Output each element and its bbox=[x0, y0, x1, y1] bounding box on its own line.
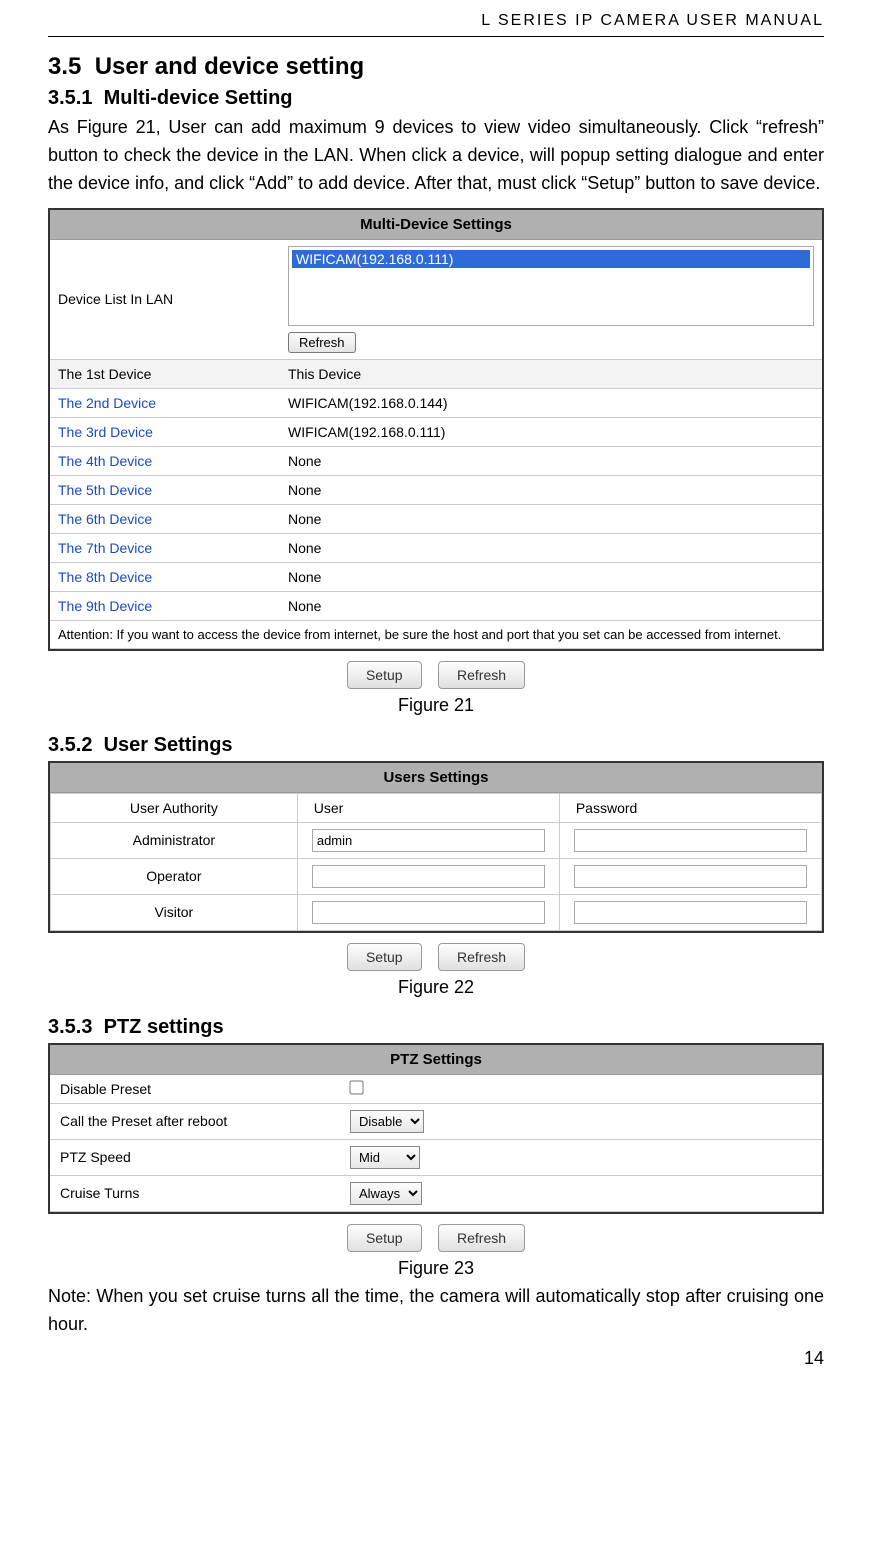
lan-device-listbox[interactable]: WIFICAM(192.168.0.111) bbox=[288, 246, 814, 326]
ptz-title: PTZ Settings bbox=[50, 1045, 822, 1075]
call-preset-select[interactable]: Disable bbox=[350, 1110, 424, 1133]
figure-22-caption: Figure 22 bbox=[48, 977, 824, 998]
disable-preset-checkbox[interactable] bbox=[349, 1080, 363, 1094]
multi-device-title: Multi-Device Settings bbox=[50, 210, 822, 240]
password-input[interactable] bbox=[574, 829, 807, 852]
cruise-turns-select[interactable]: Always bbox=[350, 1182, 422, 1205]
device-row: The 5th Device None bbox=[50, 475, 822, 504]
lan-refresh-button[interactable]: Refresh bbox=[288, 332, 356, 353]
device-row-value: None bbox=[280, 533, 822, 562]
refresh-button[interactable]: Refresh bbox=[438, 661, 525, 689]
ptz-speed-label: PTZ Speed bbox=[50, 1139, 340, 1175]
heading-title: User Settings bbox=[104, 734, 233, 756]
users-role: Operator bbox=[51, 858, 298, 894]
multi-device-table: Device List In LAN WIFICAM(192.168.0.111… bbox=[50, 240, 822, 649]
figure22-buttons: Setup Refresh bbox=[48, 943, 824, 971]
user-input[interactable] bbox=[312, 865, 545, 888]
user-input[interactable] bbox=[312, 901, 545, 924]
figure21-buttons: Setup Refresh bbox=[48, 661, 824, 689]
heading-title: User and device setting bbox=[95, 53, 364, 80]
setup-button[interactable]: Setup bbox=[347, 1224, 422, 1252]
users-header-password: Password bbox=[559, 793, 821, 822]
device-row: The 3rd Device WIFICAM(192.168.0.111) bbox=[50, 417, 822, 446]
setup-button[interactable]: Setup bbox=[347, 943, 422, 971]
users-role: Visitor bbox=[51, 894, 298, 930]
ptz-speed-select[interactable]: Mid bbox=[350, 1146, 420, 1169]
lan-device-item[interactable]: WIFICAM(192.168.0.111) bbox=[292, 250, 810, 268]
device-row-link[interactable]: The 5th Device bbox=[50, 475, 280, 504]
cruise-turns-label: Cruise Turns bbox=[50, 1175, 340, 1211]
figure-23-caption: Figure 23 bbox=[48, 1258, 824, 1279]
figure-21-panel: Multi-Device Settings Device List In LAN… bbox=[48, 208, 824, 651]
heading-3-5: 3.5 User and device setting bbox=[48, 53, 824, 81]
device-row-value: None bbox=[280, 504, 822, 533]
setup-button[interactable]: Setup bbox=[347, 661, 422, 689]
device-row: The 8th Device None bbox=[50, 562, 822, 591]
device-row-link[interactable]: The 6th Device bbox=[50, 504, 280, 533]
users-title: Users Settings bbox=[50, 763, 822, 793]
device-row-link[interactable]: The 9th Device bbox=[50, 591, 280, 620]
device-row: The 2nd Device WIFICAM(192.168.0.144) bbox=[50, 388, 822, 417]
heading-num: 3.5 bbox=[48, 53, 81, 80]
device-row-value: None bbox=[280, 446, 822, 475]
user-input[interactable] bbox=[312, 829, 545, 852]
device-row: The 9th Device None bbox=[50, 591, 822, 620]
device-row-value: WIFICAM(192.168.0.111) bbox=[280, 417, 822, 446]
refresh-button[interactable]: Refresh bbox=[438, 1224, 525, 1252]
device-row: The 6th Device None bbox=[50, 504, 822, 533]
call-preset-label: Call the Preset after reboot bbox=[50, 1103, 340, 1139]
device-row-link[interactable]: The 7th Device bbox=[50, 533, 280, 562]
page-header: L SERIES IP CAMERA USER MANUAL bbox=[48, 0, 824, 37]
page-number: 14 bbox=[48, 1348, 824, 1369]
device-row-value: WIFICAM(192.168.0.144) bbox=[280, 388, 822, 417]
device-row-value: This Device bbox=[280, 359, 822, 388]
device-row-link[interactable]: The 3rd Device bbox=[50, 417, 280, 446]
heading-3-5-1: 3.5.1 Multi-device Setting bbox=[48, 87, 824, 110]
device-row: The 1st Device This Device bbox=[50, 359, 822, 388]
heading-num: 3.5.2 bbox=[48, 734, 92, 756]
heading-3-5-2: 3.5.2 User Settings bbox=[48, 734, 824, 757]
users-header-user: User bbox=[297, 793, 559, 822]
device-row: The 4th Device None bbox=[50, 446, 822, 475]
device-row-label: The 1st Device bbox=[50, 359, 280, 388]
figure-21-caption: Figure 21 bbox=[48, 695, 824, 716]
users-role: Administrator bbox=[51, 822, 298, 858]
heading-title: Multi-device Setting bbox=[104, 87, 293, 109]
users-header-authority: User Authority bbox=[51, 793, 298, 822]
device-row-value: None bbox=[280, 591, 822, 620]
figure23-buttons: Setup Refresh bbox=[48, 1224, 824, 1252]
disable-preset-label: Disable Preset bbox=[50, 1075, 340, 1104]
figure-23-panel: PTZ Settings Disable Preset Call the Pre… bbox=[48, 1043, 824, 1214]
refresh-button[interactable]: Refresh bbox=[438, 943, 525, 971]
paragraph-3-5-1: As Figure 21, User can add maximum 9 dev… bbox=[48, 114, 824, 198]
password-input[interactable] bbox=[574, 901, 807, 924]
figure-22-panel: Users Settings User Authority User Passw… bbox=[48, 761, 824, 933]
device-row: The 7th Device None bbox=[50, 533, 822, 562]
heading-3-5-3: 3.5.3 PTZ settings bbox=[48, 1016, 824, 1039]
lan-list-label: Device List In LAN bbox=[50, 240, 280, 360]
users-row: Operator bbox=[51, 858, 822, 894]
heading-title: PTZ settings bbox=[104, 1016, 224, 1038]
users-row: Administrator bbox=[51, 822, 822, 858]
users-row: Visitor bbox=[51, 894, 822, 930]
attention-text: Attention: If you want to access the dev… bbox=[50, 620, 822, 648]
device-row-link[interactable]: The 4th Device bbox=[50, 446, 280, 475]
device-row-value: None bbox=[280, 562, 822, 591]
password-input[interactable] bbox=[574, 865, 807, 888]
ptz-table: Disable Preset Call the Preset after reb… bbox=[50, 1075, 822, 1212]
device-row-link[interactable]: The 2nd Device bbox=[50, 388, 280, 417]
device-row-link[interactable]: The 8th Device bbox=[50, 562, 280, 591]
heading-num: 3.5.1 bbox=[48, 87, 92, 109]
users-table: User Authority User Password Administrat… bbox=[50, 793, 822, 931]
heading-num: 3.5.3 bbox=[48, 1016, 92, 1038]
note-paragraph: Note: When you set cruise turns all the … bbox=[48, 1283, 824, 1339]
device-row-value: None bbox=[280, 475, 822, 504]
